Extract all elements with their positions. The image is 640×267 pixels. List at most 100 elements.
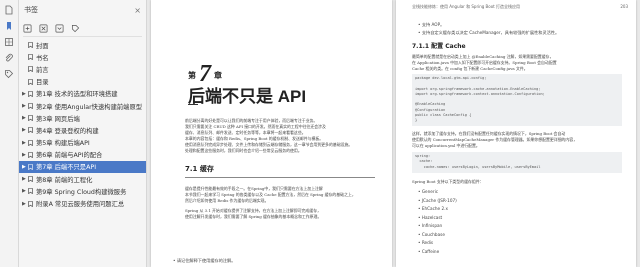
bookmark-item[interactable]: 封面 — [19, 39, 146, 51]
bookmark-item[interactable]: ▶ 第3章 网页后端 — [19, 112, 146, 124]
bookmark-icon — [28, 90, 36, 97]
thumbnail-icon[interactable] — [3, 36, 15, 48]
bookmark-item[interactable]: ▶ 第9章 Spring Cloud构建微服务 — [19, 185, 146, 197]
bookmark-item[interactable]: ▶ 第8章 前端的工程化 — [19, 173, 146, 185]
bookmark-text: Spring Cloud构建微服务 — [54, 188, 127, 196]
bookmark-item[interactable]: 目录 — [19, 76, 146, 88]
bookmark-icon — [28, 42, 36, 49]
panel-title: 书签 — [24, 6, 38, 14]
bookmark-icon — [28, 139, 36, 146]
chapter-title: 后端不只是 API — [188, 87, 307, 106]
bookmark-label: 第7章 — [36, 164, 53, 172]
bookmark-item[interactable]: ▶ 第5章 构建后端API — [19, 137, 146, 149]
expand-icon[interactable] — [55, 18, 64, 37]
bookmark-icon — [28, 115, 36, 122]
bookmark-icon — [28, 54, 36, 61]
paragraph: 最简单的配置就是在启动类上加上 @EnableCaching 注解，如果需要配置… — [412, 54, 622, 72]
body-line: 使用注解开发缓存时，我们需要了解 Spring 缓存抽象的基本概念和工作原理。 — [185, 214, 322, 219]
cache-type-item: EhCache 2.x — [418, 206, 448, 211]
clip-icon[interactable] — [3, 52, 15, 64]
section-rule — [185, 177, 375, 178]
bookmark-text: 技术的选型和环境搭建 — [54, 91, 118, 99]
cache-type-item: Hazelcast — [418, 215, 442, 220]
bookmark-label: 目录 — [36, 79, 49, 87]
chapter-intro: 前后端分离的好处是可以让我们的前端专注于用户体验，而后端专注于业务。 我们只需要… — [185, 118, 375, 154]
bookmark-icon — [28, 151, 36, 158]
bookmark-icon — [28, 188, 36, 195]
bookmark-icon — [28, 103, 36, 110]
bookmark-icon — [28, 127, 36, 134]
bookmark-toolbar — [19, 20, 146, 34]
chapter-suffix: 章 — [214, 71, 222, 80]
paragraph: Spring Boot 支持以下类型的缓存组件： — [412, 179, 484, 184]
bookmark-icon — [28, 164, 36, 170]
bookmark-panel: 书签 × 封面书名前言目录 ▶ 第1章 技术的选型和环境搭建 ▶ 第2章 使用Angular… — [19, 0, 147, 267]
chapter-prefix: 第 — [188, 71, 196, 80]
bookmark-item[interactable]: ▶ 附录A 常见云服务使用问题汇总 — [19, 197, 146, 209]
bookmark-item[interactable]: ▶ 第6章 前端与API的配合 — [19, 149, 146, 161]
bookmark-item[interactable]: ▶ 第2章 使用Angular快速构建前端原型 — [19, 100, 146, 112]
code-line: } — [415, 118, 418, 123]
bookmark-icon — [28, 78, 36, 85]
page-right: 全栈技能修炼：使用 Angular 和 Spring Boot 打造全栈应用 2… — [396, 0, 636, 267]
bookmark-label: 第1章 — [36, 91, 53, 99]
section-heading: 7.1 缓存 — [185, 165, 214, 173]
running-head: 全栈技能修炼：使用 Angular 和 Spring Boot 打造全栈应用 — [412, 4, 521, 9]
bookmark-item[interactable]: 书名 — [19, 51, 146, 63]
bookmark-item[interactable]: 前言 — [19, 63, 146, 75]
bookmark-text: 构建后端API — [54, 140, 90, 148]
tag-icon[interactable] — [71, 18, 80, 37]
tag-icon[interactable] — [3, 68, 15, 80]
cache-type-item: Generic — [418, 189, 438, 194]
page-left: 第7章 后端不只是 API 前后端分离的好处是可以让我们的前端专注于用户体验，而… — [151, 0, 392, 267]
bookmark-label: 第8章 — [36, 176, 53, 184]
cache-type-item: Infinispan — [418, 223, 442, 228]
bookmark-icon — [28, 66, 36, 73]
cache-type-item: Couchbase — [418, 232, 445, 237]
bookmark-label: 第2章 — [36, 103, 53, 111]
bookmark-text: 登录登权的构建 — [54, 127, 99, 135]
document-icon[interactable] — [3, 4, 15, 16]
bookmark-text: 网页后端 — [54, 115, 80, 123]
bookmark-icon — [28, 200, 36, 207]
chapter-heading: 第7章 — [188, 58, 222, 87]
bookmark-add-icon[interactable] — [23, 18, 32, 37]
code-block: spring: cache: cache-names: usersByLogin… — [412, 152, 622, 173]
bookmark-label: 封面 — [36, 42, 49, 50]
bookmark-label: 第4章 — [36, 127, 53, 135]
bookmark-text: 使用Angular快速构建前端原型 — [54, 103, 143, 111]
code-line: cache-names: usersByLogin, usersByMobile… — [415, 164, 541, 169]
bookmark-list: 封面书名前言目录 ▶ 第1章 技术的选型和环境搭建 ▶ 第2章 使用Angular快速构建前… — [19, 39, 146, 210]
bookmark-text: 常见云服务使用问题汇总 — [54, 201, 125, 209]
bookmark-text: 后端不只是API — [54, 164, 97, 172]
document-viewer[interactable]: 第7章 后端不只是 API 前后端分离的好处是可以让我们的前端专注于用户体验，而… — [147, 0, 640, 267]
bookmark-icon[interactable] — [3, 20, 15, 32]
cache-type-item: JCache (JSR-107) — [418, 198, 457, 203]
bookmark-text: 前端与API的配合 — [54, 152, 103, 160]
body-line: 可以在 application.yml 中进行配置。 — [412, 143, 480, 148]
close-icon[interactable]: × — [134, 6, 141, 15]
cache-type-item: Redis — [418, 240, 433, 245]
bookmark-label: 第6章 — [36, 152, 53, 160]
bookmark-item[interactable]: ▶ 第7章 后端不只是API — [19, 160, 146, 174]
subsection-heading: 7.1.1 配置 Cache — [412, 43, 466, 50]
bullet-item: 支持 AOP。 — [418, 22, 445, 28]
body-line: Cache 相关的类。在 config 包下新建 CacheConfig.jav… — [412, 66, 528, 71]
bookmark-label: 第5章 — [36, 140, 53, 148]
bookmark-label: 书名 — [36, 54, 49, 62]
bookmark-label: 前言 — [36, 66, 49, 74]
bookmark-label: 第9章 — [36, 188, 53, 196]
intro-line: 处理和配置这些服务时，我们同时也会介绍一些常见云服务的使用。 — [185, 148, 302, 153]
page-number: 203 — [620, 4, 628, 9]
bookmark-icon — [28, 176, 36, 183]
side-icon-rail — [0, 0, 19, 267]
cache-type-item: Caffeine — [418, 249, 439, 254]
bookmark-delete-icon[interactable] — [39, 18, 48, 37]
bookmark-item[interactable]: ▶ 第1章 技术的选型和环境搭建 — [19, 88, 146, 100]
bookmark-label: 第3章 — [36, 115, 53, 123]
bookmark-label: 附录A — [36, 201, 53, 209]
paragraph: 这样，就添加了缓存支持。在我们没有配置任何缓存实现的情况下，Spring Boo… — [412, 131, 622, 149]
section-body: 缓存是提升性能最有效的手段之一。在Spring中，我们只需要在方法上加上注解 本… — [185, 186, 375, 220]
bookmark-text: 前端的工程化 — [54, 176, 93, 184]
bookmark-item[interactable]: ▶ 第4章 登录登权的构建 — [19, 124, 146, 136]
